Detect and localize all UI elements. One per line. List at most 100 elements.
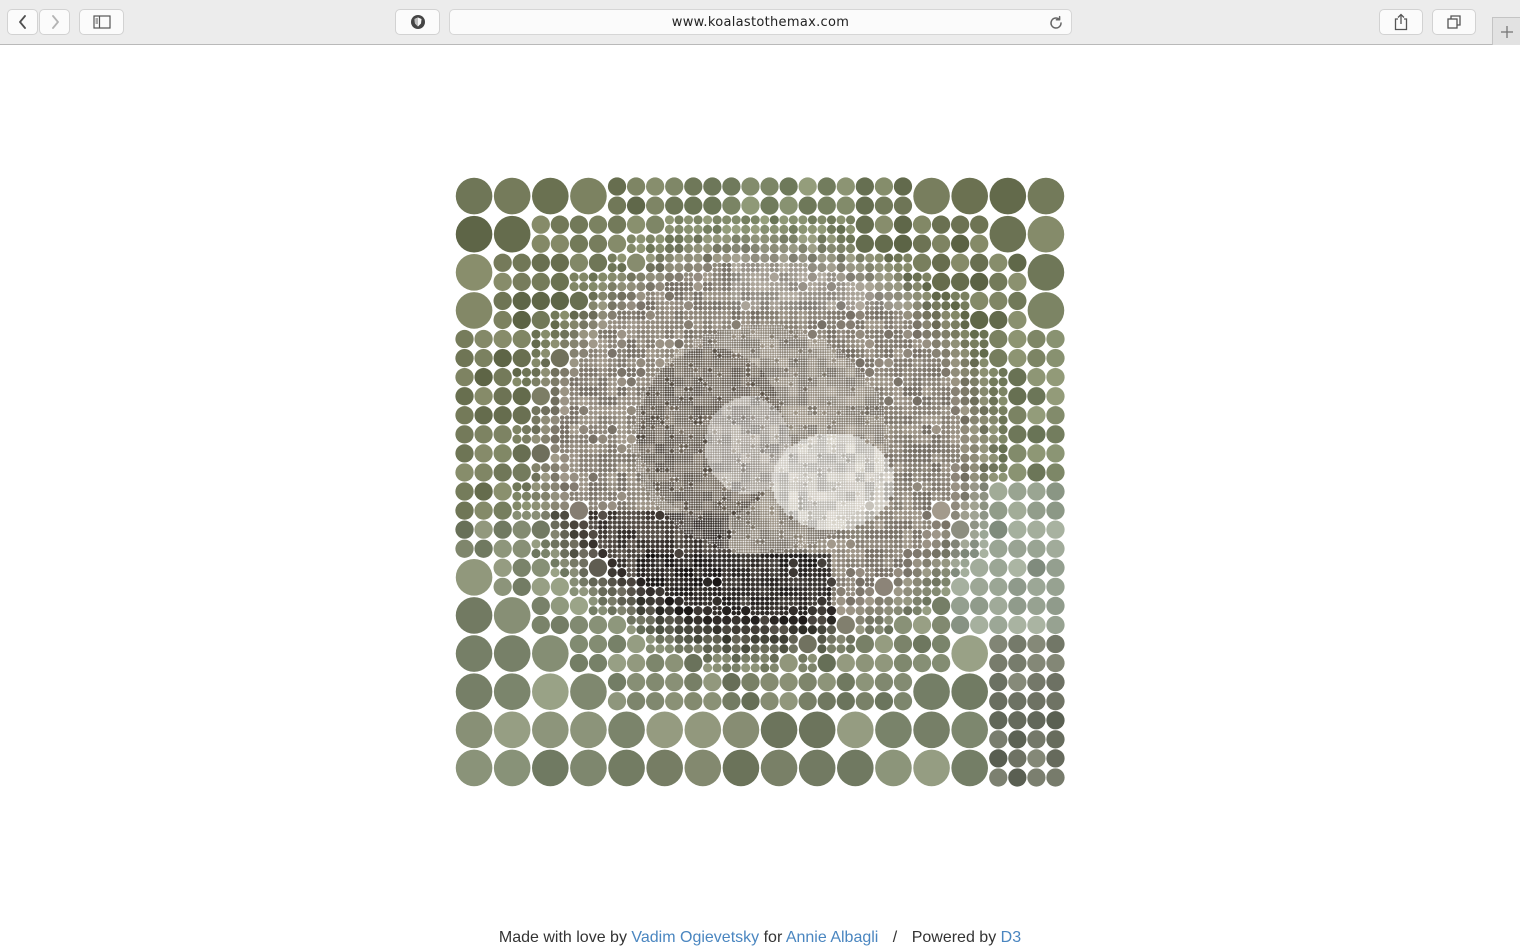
mosaic-circle[interactable] bbox=[733, 398, 737, 401]
mosaic-circle[interactable] bbox=[570, 177, 607, 215]
mosaic-circle[interactable] bbox=[707, 346, 710, 349]
mosaic-circle[interactable] bbox=[745, 412, 749, 416]
mosaic-circle[interactable] bbox=[822, 315, 827, 320]
mosaic-circle[interactable] bbox=[719, 389, 722, 392]
mosaic-circle[interactable] bbox=[771, 370, 775, 373]
mosaic-circle[interactable] bbox=[783, 384, 787, 387]
mosaic-circle[interactable] bbox=[683, 424, 687, 428]
mosaic-circle[interactable] bbox=[729, 353, 732, 356]
mosaic-circle[interactable] bbox=[781, 436, 784, 440]
mosaic-circle[interactable] bbox=[686, 403, 689, 406]
mosaic-circle[interactable] bbox=[869, 393, 872, 397]
mosaic-circle[interactable] bbox=[655, 334, 660, 339]
mosaic-circle[interactable] bbox=[779, 362, 782, 366]
mosaic-circle[interactable] bbox=[807, 291, 813, 297]
mosaic-circle[interactable] bbox=[693, 439, 696, 442]
mosaic-circle[interactable] bbox=[822, 286, 827, 292]
mosaic-circle[interactable] bbox=[674, 370, 677, 373]
mosaic-circle[interactable] bbox=[686, 374, 689, 378]
mosaic-circle[interactable] bbox=[745, 336, 749, 339]
mosaic-circle[interactable] bbox=[681, 401, 684, 404]
mosaic-circle[interactable] bbox=[812, 403, 815, 406]
mosaic-circle[interactable] bbox=[760, 420, 763, 423]
mosaic-circle[interactable] bbox=[669, 329, 675, 335]
mosaic-circle[interactable] bbox=[588, 391, 594, 397]
mosaic-circle[interactable] bbox=[707, 315, 713, 320]
mosaic-circle[interactable] bbox=[769, 389, 772, 392]
mosaic-circle[interactable] bbox=[731, 410, 734, 413]
mosaic-circle[interactable] bbox=[726, 393, 729, 397]
mosaic-circle[interactable] bbox=[731, 320, 741, 330]
mosaic-circle[interactable] bbox=[757, 436, 760, 440]
mosaic-circle[interactable] bbox=[532, 177, 569, 215]
mosaic-circle[interactable] bbox=[893, 310, 899, 316]
mosaic-circle[interactable] bbox=[743, 362, 746, 366]
mosaic-circle[interactable] bbox=[574, 439, 579, 444]
mosaic-circle[interactable] bbox=[669, 320, 675, 325]
mosaic-circle[interactable] bbox=[574, 424, 579, 430]
mosaic-circle[interactable] bbox=[664, 396, 668, 399]
mosaic-circle[interactable] bbox=[831, 355, 834, 359]
mosaic-circle[interactable] bbox=[679, 296, 684, 301]
mosaic-circle[interactable] bbox=[719, 410, 722, 413]
mosaic-circle[interactable] bbox=[752, 393, 756, 397]
mosaic-circle[interactable] bbox=[833, 389, 837, 392]
mosaic-circle[interactable] bbox=[705, 343, 708, 347]
mosaic-circle[interactable] bbox=[693, 427, 696, 430]
mosaic-circle[interactable] bbox=[645, 362, 651, 368]
mosaic-circle[interactable] bbox=[760, 331, 763, 335]
mosaic-circle[interactable] bbox=[783, 386, 787, 390]
mosaic-circle[interactable] bbox=[621, 310, 627, 316]
mosaic-circle[interactable] bbox=[588, 401, 594, 406]
mosaic-circle[interactable] bbox=[693, 346, 696, 349]
mosaic-circle[interactable] bbox=[788, 386, 791, 390]
mosaic-circle[interactable] bbox=[705, 422, 708, 425]
mosaic-circle[interactable] bbox=[800, 372, 803, 375]
mosaic-circle[interactable] bbox=[760, 377, 763, 380]
mosaic-circle[interactable] bbox=[874, 391, 877, 394]
mosaic-circle[interactable] bbox=[771, 429, 775, 432]
mosaic-circle[interactable] bbox=[874, 215, 894, 234]
mosaic-circle[interactable] bbox=[717, 277, 722, 282]
mosaic-circle[interactable] bbox=[593, 420, 598, 425]
mosaic-circle[interactable] bbox=[588, 301, 598, 311]
mosaic-circle[interactable] bbox=[676, 427, 679, 430]
mosaic-circle[interactable] bbox=[838, 370, 841, 373]
mosaic-circle[interactable] bbox=[700, 398, 703, 401]
mosaic-circle[interactable] bbox=[762, 327, 765, 330]
mosaic-circle[interactable] bbox=[893, 334, 899, 339]
mosaic-circle[interactable] bbox=[817, 177, 836, 196]
mosaic-circle[interactable] bbox=[660, 420, 665, 425]
mosaic-circle[interactable] bbox=[912, 348, 918, 354]
mosaic-circle[interactable] bbox=[850, 377, 853, 380]
mosaic-circle[interactable] bbox=[638, 432, 641, 435]
mosaic-circle[interactable] bbox=[819, 391, 822, 394]
mosaic-circle[interactable] bbox=[698, 436, 701, 440]
mosaic-circle[interactable] bbox=[833, 403, 837, 406]
mosaic-circle[interactable] bbox=[812, 370, 815, 373]
mosaic-circle[interactable] bbox=[745, 353, 749, 356]
mosaic-circle[interactable] bbox=[593, 367, 598, 373]
mosaic-circle[interactable] bbox=[931, 215, 951, 234]
mosaic-circle[interactable] bbox=[705, 370, 708, 373]
mosaic-circle[interactable] bbox=[710, 372, 713, 375]
mosaic-circle[interactable] bbox=[922, 367, 927, 373]
mosaic-circle[interactable] bbox=[831, 367, 834, 370]
mosaic-circle[interactable] bbox=[822, 389, 825, 392]
mosaic-circle[interactable] bbox=[764, 391, 768, 394]
mosaic-circle[interactable] bbox=[807, 324, 813, 330]
mosaic-circle[interactable] bbox=[907, 362, 913, 368]
mosaic-circle[interactable] bbox=[667, 374, 670, 378]
mosaic-circle[interactable] bbox=[659, 370, 663, 373]
mosaic-circle[interactable] bbox=[769, 420, 772, 423]
mosaic-circle[interactable] bbox=[695, 403, 698, 406]
mosaic-circle[interactable] bbox=[721, 336, 725, 339]
mosaic-circle[interactable] bbox=[579, 396, 584, 401]
mosaic-circle[interactable] bbox=[598, 343, 603, 349]
mosaic-circle[interactable] bbox=[822, 401, 825, 404]
mosaic-circle[interactable] bbox=[531, 215, 550, 234]
mosaic-circle[interactable] bbox=[560, 386, 570, 397]
mosaic-circle[interactable] bbox=[857, 367, 861, 370]
mosaic-circle[interactable] bbox=[795, 401, 799, 404]
mosaic-circle[interactable] bbox=[745, 341, 749, 344]
